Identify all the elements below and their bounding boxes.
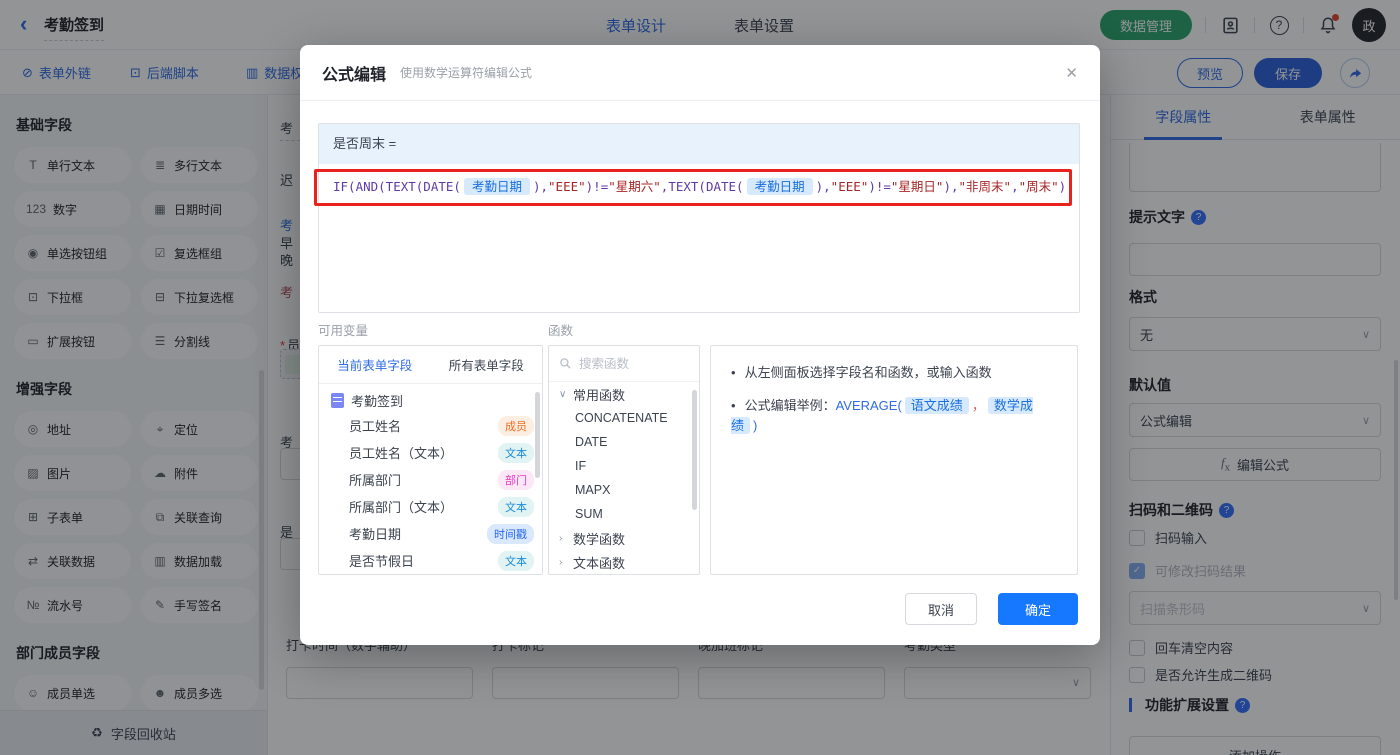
formula-token: ), bbox=[815, 179, 831, 194]
formula-editor-box[interactable]: 是否周末 = IF(AND(TEXT(DATE(考勤日期),"EEE")!="星… bbox=[318, 123, 1080, 313]
formula-token: "周末" bbox=[1018, 179, 1059, 194]
dialog-title: 公式编辑 bbox=[322, 66, 387, 84]
formula-result-label: 是否周末 = bbox=[319, 124, 1079, 164]
variable-tree: 员工姓名 成员 员工姓名（文本） 文本 所属部门 部门 所属部门（文本） 文本 考勤日期 时间戳是… bbox=[319, 412, 542, 574]
variable-item-员工姓名[interactable]: 员工姓名 成员 bbox=[319, 412, 542, 439]
variable-item-所属部门[interactable]: 所属部门 部门 bbox=[319, 466, 542, 493]
variables-scrollbar[interactable] bbox=[535, 392, 540, 478]
formula-line[interactable]: IF(AND(TEXT(DATE(考勤日期),"EEE")!="星期六",TEX… bbox=[319, 164, 1079, 197]
formula-token: "非周末" bbox=[958, 179, 1012, 194]
functions-scrollbar[interactable] bbox=[692, 390, 697, 510]
variable-item-所属部门（文本）[interactable]: 所属部门（文本） 文本 bbox=[319, 493, 542, 520]
field-chip[interactable]: 考勤日期 bbox=[463, 178, 530, 195]
formula-token: ) bbox=[1058, 179, 1067, 194]
confirm-button[interactable]: 确定 bbox=[998, 593, 1078, 625]
chevron-right-icon: › bbox=[559, 556, 563, 568]
formula-token: "EEE" bbox=[548, 179, 586, 194]
chevron-down-icon: ∨ bbox=[559, 388, 567, 400]
function-tree: ∨ 常用函数 CONCATENATE DATE IF MAPX SUM › 数学函数 › 文本函数 bbox=[549, 382, 699, 574]
dialog-header: 公式编辑 使用数学运算符编辑公式 ✕ bbox=[300, 45, 1100, 101]
function-item-IF[interactable]: IF bbox=[549, 454, 699, 478]
formula-editor-dialog: 公式编辑 使用数学运算符编辑公式 ✕ 是否周末 = IF(AND(TEXT(DA… bbox=[300, 45, 1100, 645]
bullet-icon: • bbox=[731, 398, 736, 413]
function-item-CONCATENATE[interactable]: CONCATENATE bbox=[549, 406, 699, 430]
cancel-button[interactable]: 取消 bbox=[905, 593, 977, 625]
formula-token: , bbox=[1011, 179, 1019, 194]
formula-token: "EEE" bbox=[830, 179, 869, 194]
variable-item-考勤日期[interactable]: 考勤日期 时间戳 bbox=[319, 520, 542, 547]
search-icon bbox=[560, 358, 571, 369]
dialog-subtitle: 使用数学运算符编辑公式 bbox=[400, 66, 533, 80]
variable-item-是否节假日[interactable]: 是否节假日 文本 bbox=[319, 547, 542, 574]
tab-all-form-fields[interactable]: 所有表单字段 bbox=[431, 346, 543, 383]
example-line: • 公式编辑举例：AVERAGE(语文成绩，数学成绩) bbox=[731, 397, 1033, 434]
bullet-icon: • bbox=[731, 365, 736, 380]
chevron-right-icon: › bbox=[559, 532, 563, 544]
form-doc-icon bbox=[331, 392, 344, 408]
tab-current-form-fields[interactable]: 当前表单字段 bbox=[319, 346, 431, 383]
variables-panel-label: 可用变量 bbox=[318, 324, 369, 338]
functions-panel: ∨常用函数CONCATENATEDATEIFMAPXSUM›数学函数›文本函数 bbox=[548, 345, 700, 575]
function-group-常用函数[interactable]: ∨ 常用函数 bbox=[549, 382, 699, 406]
function-item-MAPX[interactable]: MAPX bbox=[549, 478, 699, 502]
formula-token: ), bbox=[943, 179, 959, 194]
close-icon[interactable]: ✕ bbox=[1065, 64, 1078, 82]
variables-panel: 当前表单字段 所有表单字段 考勤签到 员工姓名 成员 员工姓名（文本） 文本 所属部门部… bbox=[318, 345, 543, 575]
field-chip[interactable]: 考勤日期 bbox=[746, 178, 813, 195]
function-search[interactable] bbox=[549, 346, 699, 382]
formula-token: )!= bbox=[585, 179, 609, 194]
function-group-文本函数[interactable]: › 文本函数 bbox=[549, 550, 699, 574]
formula-token: ), bbox=[532, 179, 549, 194]
tip-line: • 从左侧面板选择字段名和函数，或输入函数 bbox=[731, 365, 992, 380]
variables-tree-root[interactable]: 考勤签到 bbox=[319, 384, 542, 412]
function-group-数学函数[interactable]: › 数学函数 bbox=[549, 526, 699, 550]
function-item-SUM[interactable]: SUM bbox=[549, 502, 699, 526]
formula-token: IF(AND(TEXT(DATE( bbox=[333, 179, 461, 194]
function-search-input[interactable] bbox=[579, 356, 679, 371]
formula-token: )!= bbox=[868, 179, 891, 194]
example-field-chip: 语文成绩 bbox=[904, 397, 969, 414]
app-window: ‹ 考勤签到 表单设计 表单设置 数据管理 ? 政 ⊘ 表单外链 ⊡ 后端脚本 ▥ 数… bbox=[0, 0, 1400, 755]
functions-panel-label: 函数 bbox=[548, 324, 574, 338]
formula-token: "星期日" bbox=[890, 179, 944, 194]
variable-item-员工姓名（文本）[interactable]: 员工姓名（文本） 文本 bbox=[319, 439, 542, 466]
formula-token: ,TEXT(DATE( bbox=[660, 179, 744, 194]
formula-token: "星期六" bbox=[608, 179, 661, 194]
variables-tabs: 当前表单字段 所有表单字段 bbox=[319, 346, 542, 384]
function-item-DATE[interactable]: DATE bbox=[549, 430, 699, 454]
formula-help-panel: • 从左侧面板选择字段名和函数，或输入函数 • 公式编辑举例：AVERAGE(语文成… bbox=[710, 345, 1078, 575]
